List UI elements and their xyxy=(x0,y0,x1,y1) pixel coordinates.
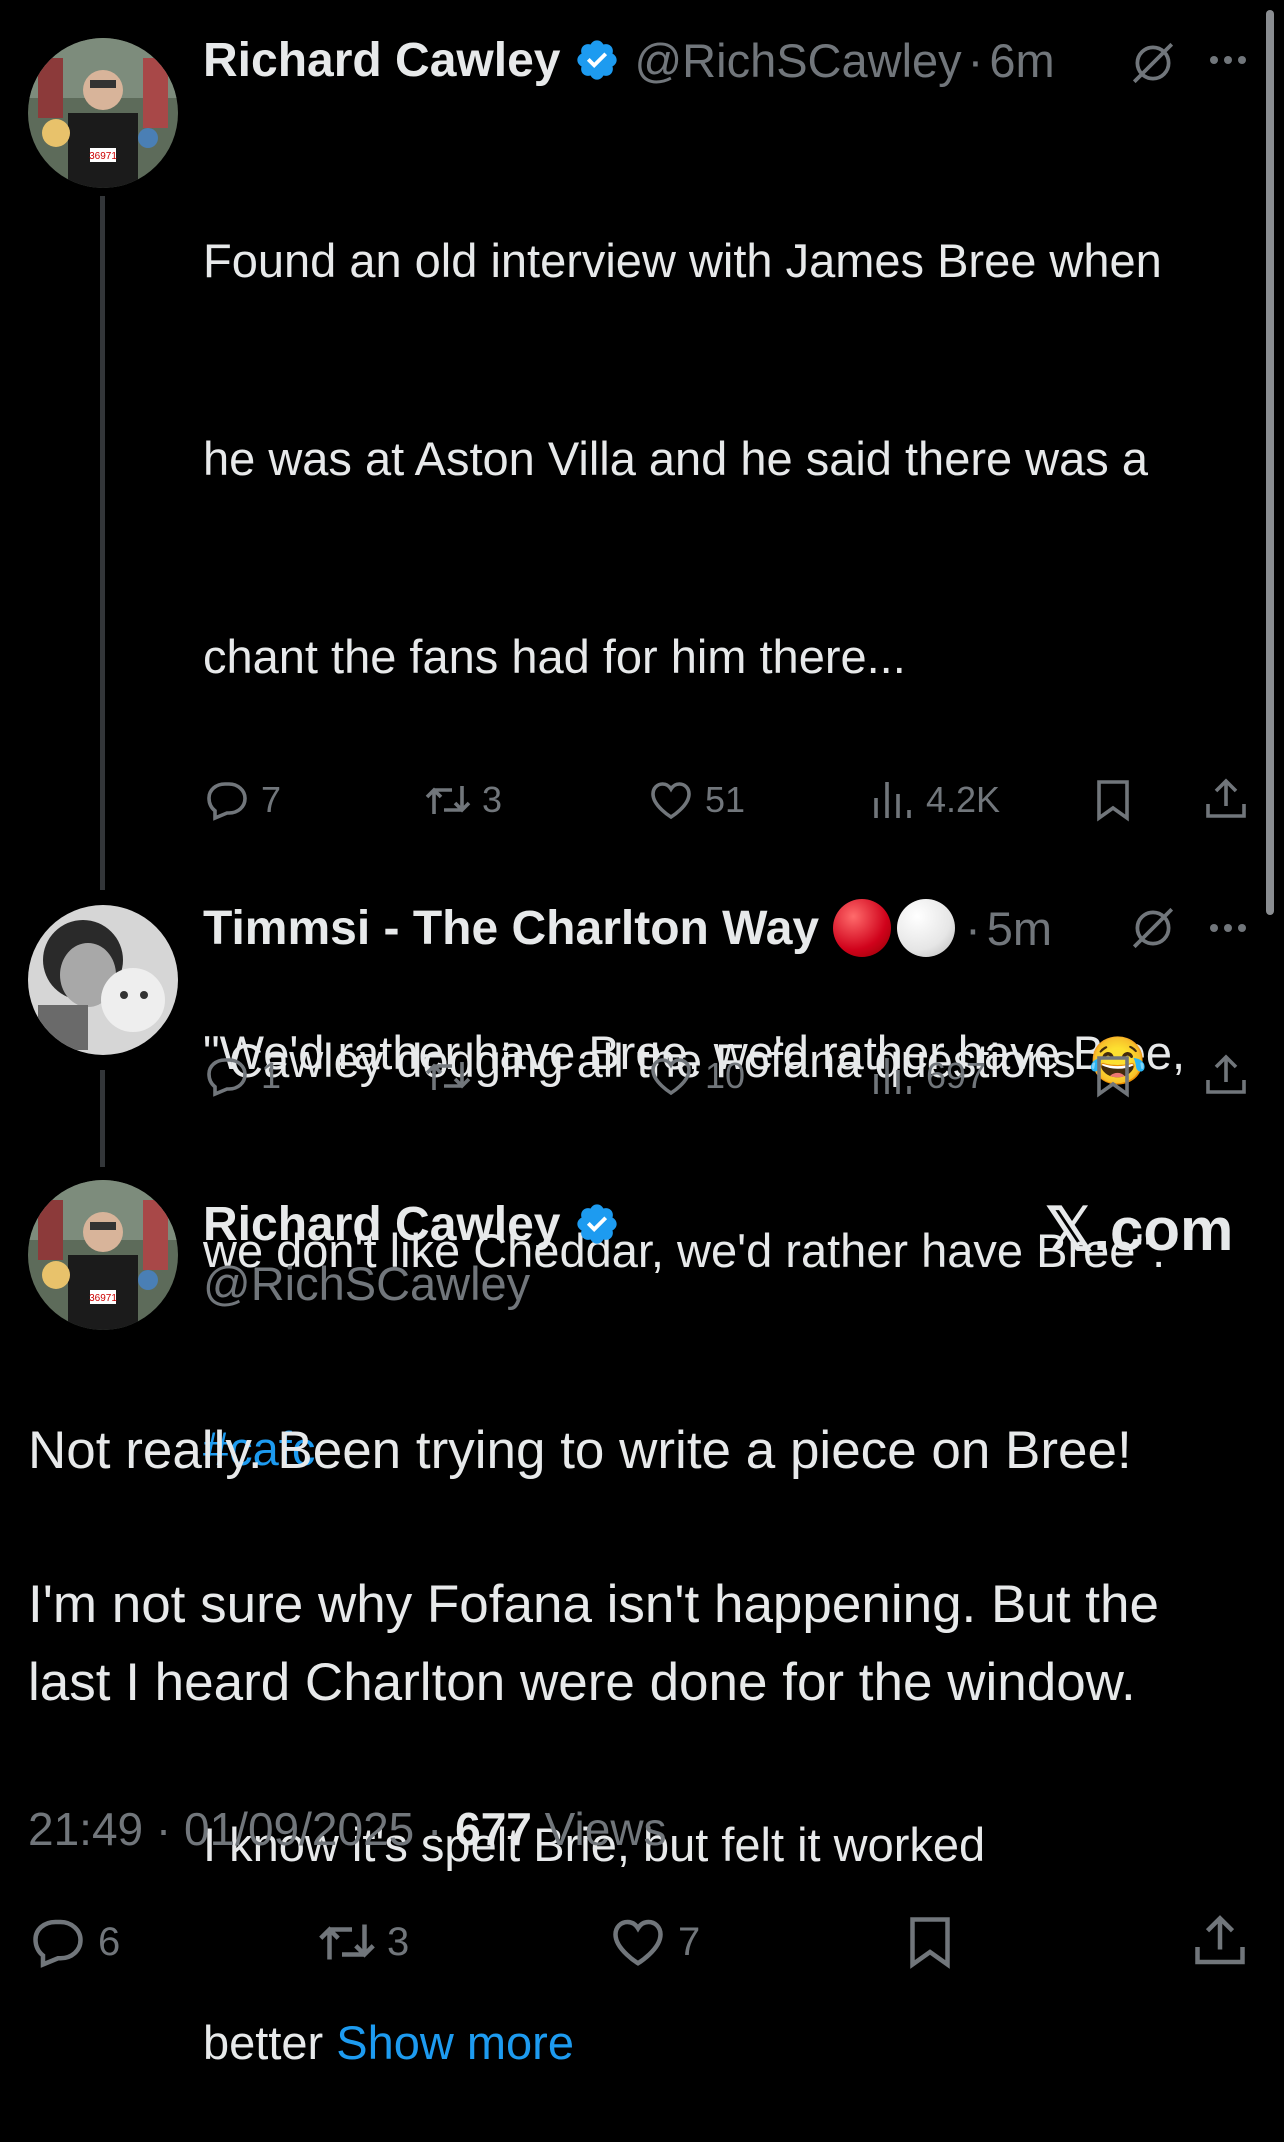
brand-watermark: 𝕏.com xyxy=(1045,1196,1234,1263)
red-circle-icon xyxy=(833,899,892,957)
reply-button[interactable]: 6 xyxy=(28,1912,120,1972)
views-button[interactable]: 4.2K xyxy=(868,776,1000,824)
like-count: 7 xyxy=(678,1919,701,1964)
text-line: chant the fans had for him there... xyxy=(203,630,906,683)
verified-badge-icon xyxy=(577,1204,618,1244)
repost-icon xyxy=(425,786,471,814)
bookmark-icon xyxy=(1097,780,1129,822)
text-line: Not really. Been trying to write a piece… xyxy=(28,1421,1132,1480)
views-icon xyxy=(874,782,911,818)
show-more-link[interactable]: Show more xyxy=(336,2016,574,2069)
avatar[interactable]: 36971 xyxy=(28,38,178,188)
like-count: 10 xyxy=(705,1055,746,1096)
text-line: Found an old interview with James Bree w… xyxy=(203,234,1162,287)
like-button[interactable]: 10 xyxy=(647,1052,745,1100)
views-count: 4.2K xyxy=(926,779,1001,820)
text-line: better xyxy=(203,2016,324,2069)
share-button[interactable] xyxy=(1190,1912,1250,1972)
grok-icon[interactable] xyxy=(1128,38,1178,88)
verified-badge-icon xyxy=(577,40,618,80)
author-name[interactable]: Richard Cawley xyxy=(203,33,560,88)
reply-button[interactable]: 1 xyxy=(203,1052,281,1100)
post-time[interactable]: 21:49 xyxy=(28,1803,143,1855)
text-line: he was at Aston Villa and he said there … xyxy=(203,432,1148,485)
bookmark-button[interactable] xyxy=(1089,1052,1137,1100)
reply-count: 1 xyxy=(261,1055,282,1096)
author-name[interactable]: Richard Cawley xyxy=(203,1197,560,1252)
reply-count: 7 xyxy=(261,779,282,820)
like-icon xyxy=(651,1058,691,1096)
avatar[interactable]: 36971 xyxy=(28,1180,178,1330)
tweet-header: Richard Cawley xyxy=(203,1192,620,1256)
share-icon xyxy=(1195,1915,1245,1965)
svg-text:36971: 36971 xyxy=(89,1293,117,1304)
like-button[interactable]: 51 xyxy=(647,776,745,824)
views-count: 677 xyxy=(455,1803,532,1855)
repost-icon xyxy=(425,1062,471,1090)
bookmark-button[interactable] xyxy=(1089,776,1137,824)
separator: · xyxy=(967,33,984,87)
grok-icon[interactable] xyxy=(1128,903,1178,953)
svg-text:36971: 36971 xyxy=(89,151,117,162)
separator: · xyxy=(155,1803,172,1855)
timestamp[interactable]: 6m xyxy=(989,33,1054,88)
author-name[interactable]: Timmsi - The Charlton Way xyxy=(203,901,819,956)
tweet-text: Not really. Been trying to write a piece… xyxy=(28,1412,1258,1722)
reply-icon xyxy=(207,1058,247,1097)
bookmark-icon xyxy=(1097,1056,1129,1098)
more-icon[interactable] xyxy=(1210,56,1246,64)
avatar[interactable] xyxy=(28,905,178,1055)
share-icon xyxy=(1206,1054,1246,1094)
text-line xyxy=(203,822,1263,888)
author-handle[interactable]: @RichSCawley xyxy=(634,33,961,88)
views-count: 697 xyxy=(926,1055,987,1096)
repost-count: 3 xyxy=(482,779,503,820)
bookmark-button[interactable] xyxy=(900,1912,960,1972)
repost-count: 3 xyxy=(387,1919,410,1964)
timestamp[interactable]: 5m xyxy=(987,901,1052,956)
share-icon xyxy=(1206,778,1246,818)
repost-icon xyxy=(319,1924,375,1960)
thread-line xyxy=(100,1070,105,1167)
separator: · xyxy=(427,1803,443,1855)
repost-button[interactable]: 3 xyxy=(317,1912,409,1972)
author-handle[interactable]: @RichSCawley xyxy=(203,1256,530,1311)
scrollbar[interactable] xyxy=(1266,10,1274,915)
text-line: I'm not sure why Fofana isn't happening.… xyxy=(28,1575,1159,1634)
repost-button[interactable]: 3 xyxy=(424,776,502,824)
share-button[interactable] xyxy=(1202,1052,1250,1100)
views-label: Views xyxy=(544,1803,667,1855)
reply-count: 6 xyxy=(98,1919,121,1964)
views-button[interactable]: 697 xyxy=(868,1052,986,1100)
like-icon xyxy=(651,782,691,820)
white-circle-icon xyxy=(897,899,956,957)
repost-button[interactable] xyxy=(424,1052,472,1100)
tweet-header: Richard Cawley @RichSCawley · 6m xyxy=(203,28,1055,92)
like-count: 51 xyxy=(705,779,746,820)
thread-line xyxy=(100,196,105,890)
tweet-timestamp-row: 21:49 · 01/09/2025 · 677 Views xyxy=(28,1802,667,1856)
tweet-header: Timmsi - The Charlton Way · 5m xyxy=(203,896,1052,960)
separator: · xyxy=(965,901,981,955)
views-icon xyxy=(874,1058,911,1094)
like-icon xyxy=(613,1919,663,1966)
reply-icon xyxy=(207,782,247,821)
text-line: last I heard Charlton were done for the … xyxy=(28,1653,1136,1712)
bookmark-icon xyxy=(910,1917,950,1969)
reply-icon xyxy=(33,1919,83,1968)
share-button[interactable] xyxy=(1202,776,1250,824)
post-date[interactable]: 01/09/2025 xyxy=(184,1803,414,1855)
like-button[interactable]: 7 xyxy=(608,1912,700,1972)
more-icon[interactable] xyxy=(1210,924,1246,932)
reply-button[interactable]: 7 xyxy=(203,776,281,824)
